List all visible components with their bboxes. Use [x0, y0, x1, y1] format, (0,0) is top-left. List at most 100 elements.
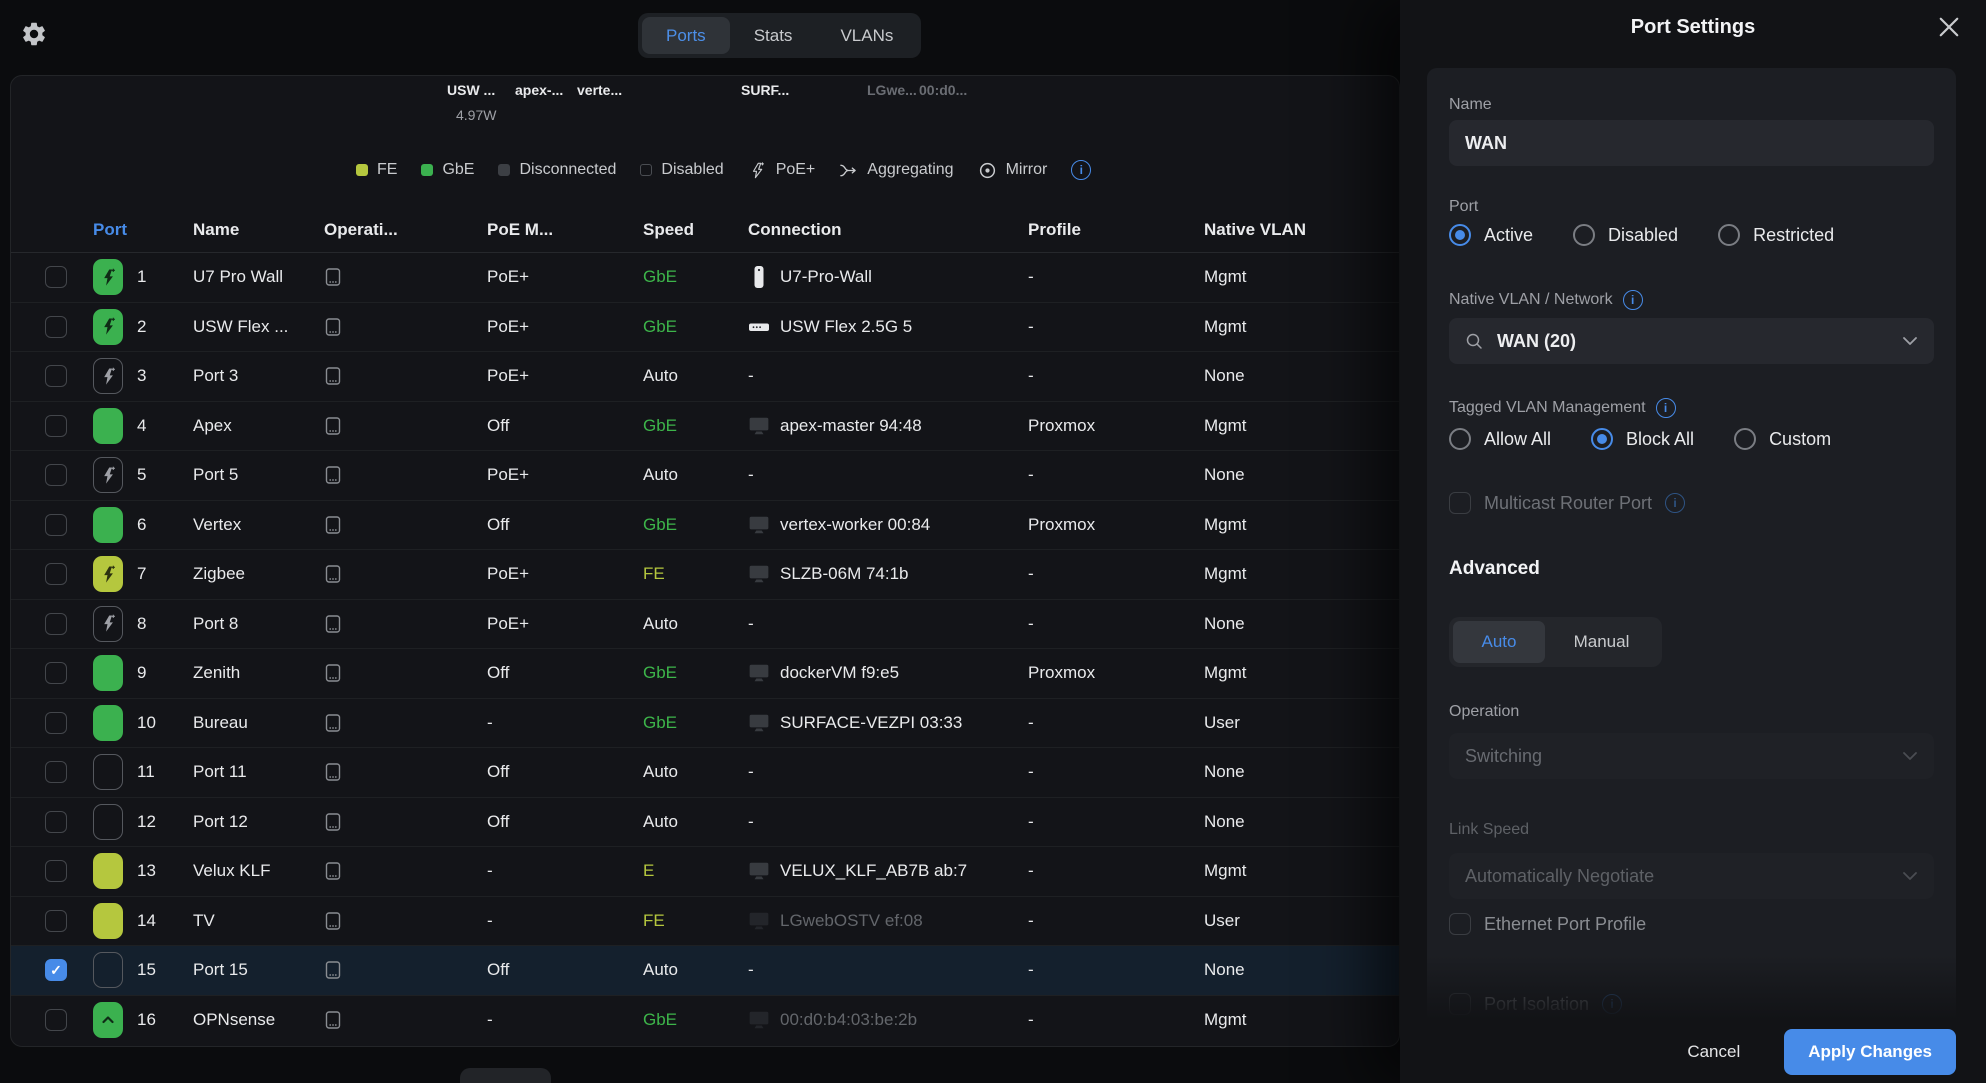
- column-header-native-vlan[interactable]: Native VLAN: [1204, 220, 1306, 240]
- column-header-speed[interactable]: Speed: [643, 220, 694, 240]
- info-icon[interactable]: i: [1071, 160, 1091, 180]
- native-vlan-select[interactable]: WAN (20): [1449, 318, 1934, 364]
- table-row[interactable]: 6 Vertex Off GbE vertex-worker 00:84 Pro…: [11, 501, 1399, 551]
- table-row[interactable]: 7 Zigbee PoE+ FE SLZB-06M 74:1b - Mgmt: [11, 550, 1399, 600]
- apply-changes-button[interactable]: Apply Changes: [1784, 1029, 1956, 1075]
- multicast-router-port-checkbox[interactable]: Multicast Router Port i: [1449, 492, 1685, 514]
- table-row[interactable]: 9 Zenith Off GbE dockerVM f9:e5 Proxmox …: [11, 649, 1399, 699]
- table-row[interactable]: 5 Port 5 PoE+ Auto - - None: [11, 451, 1399, 501]
- table-row[interactable]: 1 U7 Pro Wall PoE+ GbE U7-Pro-Wall - Mgm…: [11, 253, 1399, 303]
- table-row[interactable]: ✓ 15 Port 15 Off Auto - - None: [11, 946, 1399, 996]
- table-row[interactable]: 11 Port 11 Off Auto - - None: [11, 748, 1399, 798]
- table-row[interactable]: 2 USW Flex ... PoE+ GbE USW Flex 2.5G 5 …: [11, 303, 1399, 353]
- cancel-button[interactable]: Cancel: [1687, 1042, 1740, 1062]
- profile: -: [1028, 1010, 1204, 1030]
- table-row[interactable]: 16 OPNsense - GbE 00:d0:b4:03:be:2b - Mg…: [11, 996, 1399, 1046]
- row-checkbox[interactable]: [45, 662, 67, 684]
- pagination-stub-button[interactable]: [460, 1068, 551, 1083]
- table-row[interactable]: 13 Velux KLF - E VELUX_KLF_AB7B ab:7 - M…: [11, 847, 1399, 897]
- tab-vlans[interactable]: VLANs: [816, 17, 917, 54]
- native-vlan: None: [1204, 465, 1399, 485]
- settings-gear-icon[interactable]: [20, 20, 48, 48]
- port-state-radio-active[interactable]: Active: [1449, 224, 1533, 246]
- table-row[interactable]: 3 Port 3 PoE+ Auto - - None: [11, 352, 1399, 402]
- connection-cell: -: [748, 465, 1028, 485]
- row-checkbox[interactable]: [45, 415, 67, 437]
- mode-segment-manual[interactable]: Manual: [1545, 621, 1658, 663]
- radio-button[interactable]: [1449, 224, 1471, 246]
- mode-segment-auto[interactable]: Auto: [1453, 621, 1545, 663]
- connection-name: apex-master 94:48: [780, 416, 922, 436]
- connection-name: VELUX_KLF_AB7B ab:7: [780, 861, 967, 881]
- tab-stats[interactable]: Stats: [730, 17, 817, 54]
- port-state-radio-disabled[interactable]: Disabled: [1573, 224, 1678, 246]
- tagged-vlan-label: Tagged VLAN Management i: [1449, 398, 1676, 418]
- checkbox-box[interactable]: [1449, 492, 1471, 514]
- client-device-icon: [748, 513, 770, 537]
- radio-button[interactable]: [1734, 428, 1756, 450]
- poe-mode: PoE+: [487, 267, 643, 287]
- row-checkbox[interactable]: [45, 464, 67, 486]
- port-status-icon: [93, 507, 123, 543]
- info-icon[interactable]: i: [1665, 493, 1685, 513]
- info-icon[interactable]: i: [1602, 994, 1622, 1014]
- tab-ports[interactable]: Ports: [642, 17, 730, 54]
- row-checkbox[interactable]: [45, 514, 67, 536]
- row-checkbox[interactable]: [45, 761, 67, 783]
- port-number: 8: [137, 614, 193, 634]
- port-number: 13: [137, 861, 193, 881]
- row-checkbox[interactable]: [45, 316, 67, 338]
- name-input[interactable]: WAN: [1449, 120, 1934, 166]
- row-checkbox[interactable]: [45, 613, 67, 635]
- row-checkbox[interactable]: ✓: [45, 959, 67, 981]
- row-checkbox[interactable]: [45, 712, 67, 734]
- ethernet-port-profile-checkbox[interactable]: Ethernet Port Profile: [1449, 913, 1646, 935]
- table-body: 1 U7 Pro Wall PoE+ GbE U7-Pro-Wall - Mgm…: [11, 253, 1399, 1045]
- info-icon[interactable]: i: [1656, 398, 1676, 418]
- row-checkbox[interactable]: [45, 365, 67, 387]
- close-icon[interactable]: [1938, 16, 1960, 38]
- row-checkbox[interactable]: [45, 563, 67, 585]
- port-isolation-checkbox[interactable]: Port Isolation i: [1449, 993, 1622, 1015]
- radio-button[interactable]: [1718, 224, 1740, 246]
- row-checkbox[interactable]: [45, 811, 67, 833]
- column-header-port[interactable]: Port: [93, 220, 127, 240]
- tagged-vlan-radio-group: Allow All Block All Custom: [1449, 428, 1831, 450]
- tagged-vlan-radio-allow-all[interactable]: Allow All: [1449, 428, 1551, 450]
- tagged-vlan-radio-block-all[interactable]: Block All: [1591, 428, 1694, 450]
- column-header-connection[interactable]: Connection: [748, 220, 842, 240]
- radio-button[interactable]: [1449, 428, 1471, 450]
- row-checkbox[interactable]: [45, 266, 67, 288]
- table-row[interactable]: 10 Bureau - GbE SURFACE-VEZPI 03:33 - Us…: [11, 699, 1399, 749]
- legend-label: GbE: [442, 161, 474, 179]
- table-row[interactable]: 12 Port 12 Off Auto - - None: [11, 798, 1399, 848]
- radio-button[interactable]: [1573, 224, 1595, 246]
- table-row[interactable]: 14 TV - FE LGwebOSTV ef:08 - User: [11, 897, 1399, 947]
- radio-label: Disabled: [1608, 225, 1678, 246]
- table-row[interactable]: 8 Port 8 PoE+ Auto - - None: [11, 600, 1399, 650]
- row-checkbox[interactable]: [45, 1009, 67, 1031]
- profile: Proxmox: [1028, 663, 1204, 683]
- row-checkbox[interactable]: [45, 860, 67, 882]
- column-header-name[interactable]: Name: [193, 220, 239, 240]
- radio-button[interactable]: [1591, 428, 1613, 450]
- native-vlan: None: [1204, 960, 1399, 980]
- info-icon[interactable]: i: [1623, 290, 1643, 310]
- column-header-operati[interactable]: Operati...: [324, 220, 398, 240]
- row-checkbox[interactable]: [45, 910, 67, 932]
- port-status-icon: [93, 556, 123, 592]
- port-state-radio-restricted[interactable]: Restricted: [1718, 224, 1834, 246]
- link-speed-select[interactable]: Automatically Negotiate: [1449, 853, 1934, 899]
- operation-select[interactable]: Switching: [1449, 733, 1934, 779]
- column-header-poe-m[interactable]: PoE M...: [487, 220, 553, 240]
- port-status-icon: [93, 358, 123, 394]
- column-header-profile[interactable]: Profile: [1028, 220, 1081, 240]
- tagged-vlan-radio-custom[interactable]: Custom: [1734, 428, 1831, 450]
- table-row[interactable]: 4 Apex Off GbE apex-master 94:48 Proxmox…: [11, 402, 1399, 452]
- native-vlan: None: [1204, 366, 1399, 386]
- port-number: 1: [137, 267, 193, 287]
- client-device-icon: [748, 661, 770, 685]
- checkbox-box[interactable]: [1449, 913, 1471, 935]
- port-name: Port 8: [193, 614, 324, 634]
- checkbox-box[interactable]: [1449, 993, 1471, 1015]
